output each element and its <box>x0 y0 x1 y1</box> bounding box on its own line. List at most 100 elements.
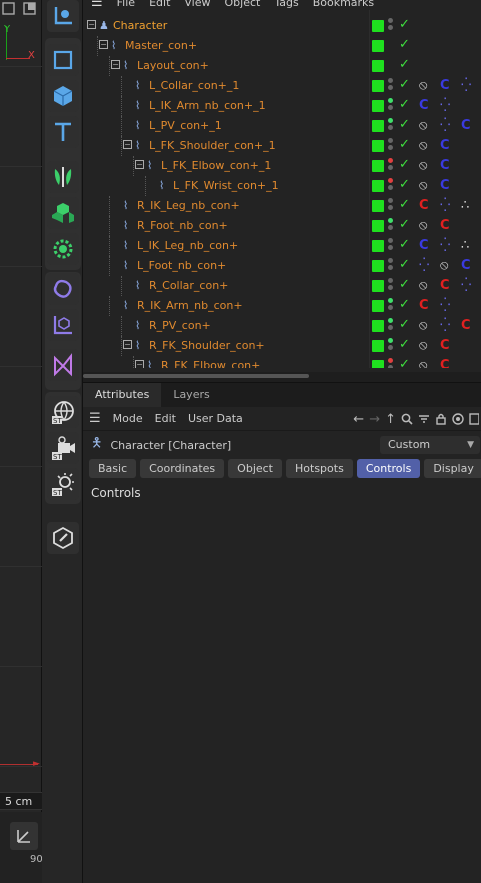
visibility-dots[interactable] <box>388 18 394 34</box>
cluster-tag-icon[interactable]: ∴ <box>461 198 469 214</box>
object-name[interactable]: L_IK_Arm_nb_con+_1 <box>149 99 266 112</box>
up-arrow-icon[interactable]: ↑ <box>385 412 396 427</box>
collapse-toggle-icon[interactable]: − <box>135 160 144 169</box>
light-button[interactable]: ST <box>47 468 79 500</box>
lock-icon[interactable] <box>435 413 447 425</box>
object-name[interactable]: Layout_con+ <box>137 59 209 72</box>
visibility-dots[interactable] <box>388 318 394 334</box>
visibility-dots[interactable] <box>388 178 394 194</box>
enabled-check-icon[interactable]: ✓ <box>399 237 410 252</box>
edit-button[interactable] <box>47 522 79 554</box>
constraint-tag-icon[interactable]: C <box>419 238 429 254</box>
cloner-button[interactable] <box>47 197 79 229</box>
layer-color-swatch[interactable] <box>372 300 384 312</box>
constraint-tag-icon[interactable]: C <box>461 318 471 334</box>
selection-tag-icon[interactable]: ⁛ <box>440 98 450 114</box>
render-visibility-dot[interactable] <box>388 365 393 368</box>
layer-color-swatch[interactable] <box>372 100 384 112</box>
layer-color-swatch[interactable] <box>372 120 384 132</box>
layer-color-swatch[interactable] <box>372 360 384 368</box>
editor-visibility-dot[interactable] <box>388 158 393 163</box>
editor-visibility-dot[interactable] <box>388 358 393 363</box>
tab-controls[interactable]: Controls <box>356 459 421 478</box>
visibility-dots[interactable] <box>388 158 394 174</box>
enabled-check-icon[interactable]: ✓ <box>399 197 410 212</box>
camera-button[interactable]: ST <box>47 432 79 464</box>
enabled-check-icon[interactable]: ✓ <box>399 177 410 192</box>
collapse-toggle-icon[interactable]: − <box>135 360 144 368</box>
deformer-button[interactable] <box>47 349 79 381</box>
scrollbar-thumb[interactable] <box>83 374 309 378</box>
selection-tag-icon[interactable]: ⁛ <box>440 118 450 134</box>
tree-row[interactable]: − ⌇ L_FK_Shoulder_con+_1 ✓ ⦸ C <box>83 136 481 156</box>
collapse-toggle-icon[interactable]: − <box>99 40 108 49</box>
menu-mode[interactable]: Mode <box>113 412 143 425</box>
tab-attributes[interactable]: Attributes <box>83 383 162 407</box>
visibility-dots[interactable] <box>388 358 394 368</box>
render-visibility-dot[interactable] <box>388 285 393 290</box>
object-name[interactable]: R_Foot_nb_con+ <box>137 219 228 232</box>
search-icon[interactable] <box>401 413 413 425</box>
tree-row[interactable]: ⌇ L_IK_Leg_nb_con+ ✓ C ⁛ ∴ <box>83 236 481 256</box>
tab-object[interactable]: Object <box>228 459 282 478</box>
editor-visibility-dot[interactable] <box>388 278 393 283</box>
object-name[interactable]: L_FK_Elbow_con+_1 <box>161 159 271 172</box>
cube-outline-button[interactable] <box>47 44 79 76</box>
protection-tag-icon[interactable]: ⦸ <box>440 258 448 274</box>
enabled-check-icon[interactable]: ✓ <box>399 57 410 72</box>
layer-color-swatch[interactable] <box>372 260 384 272</box>
enabled-check-icon[interactable]: ✓ <box>399 297 410 312</box>
menu-edit[interactable]: Edit <box>155 412 176 425</box>
menu-object[interactable]: Object <box>225 0 261 9</box>
tree-row[interactable]: ⌇ R_Collar_con+ ✓ ⦸ C ⁛ <box>83 276 481 296</box>
symmetry-button[interactable] <box>47 161 79 193</box>
enabled-check-icon[interactable]: ✓ <box>399 277 410 292</box>
constraint-tag-icon[interactable]: C <box>440 138 450 154</box>
tab-basic[interactable]: Basic <box>89 459 137 478</box>
tree-row[interactable]: − ⌇ L_FK_Elbow_con+_1 ✓ ⦸ C <box>83 156 481 176</box>
selection-tag-icon[interactable]: ⁛ <box>419 258 429 274</box>
enabled-check-icon[interactable]: ✓ <box>399 17 410 32</box>
tree-row[interactable]: − ⌇ Layout_con+ ✓ <box>83 56 481 76</box>
menu-bookmarks[interactable]: Bookmarks <box>313 0 374 9</box>
constraint-tag-icon[interactable]: C <box>440 358 450 368</box>
layer-color-swatch[interactable] <box>372 240 384 252</box>
object-name[interactable]: L_IK_Leg_nb_con+ <box>137 239 238 252</box>
tab-coordinates[interactable]: Coordinates <box>140 459 225 478</box>
editor-visibility-dot[interactable] <box>388 118 393 123</box>
tree-row[interactable]: − ⌇ Master_con+ ✓ <box>83 36 481 56</box>
selection-tag-icon[interactable]: ⁛ <box>440 238 450 254</box>
editor-visibility-dot[interactable] <box>388 178 393 183</box>
object-name[interactable]: L_Foot_nb_con+ <box>137 259 226 272</box>
render-visibility-dot[interactable] <box>388 165 393 170</box>
select-tool-button[interactable] <box>47 0 79 32</box>
visibility-dots[interactable] <box>388 218 394 234</box>
protection-tag-icon[interactable]: ⦸ <box>419 218 427 234</box>
tree-row[interactable]: − ⌇ R_FK_Shoulder_con+ ✓ ⦸ C <box>83 336 481 356</box>
effector-button[interactable] <box>47 233 79 265</box>
object-name[interactable]: L_FK_Wrist_con+_1 <box>173 179 279 192</box>
render-visibility-dot[interactable] <box>388 325 393 330</box>
enabled-check-icon[interactable]: ✓ <box>399 77 410 92</box>
enabled-check-icon[interactable]: ✓ <box>399 357 410 368</box>
layer-color-swatch[interactable] <box>372 280 384 292</box>
tree-row[interactable]: ⌇ L_IK_Arm_nb_con+_1 ✓ C ⁛ <box>83 96 481 116</box>
visibility-dots[interactable] <box>388 98 394 114</box>
visibility-dots[interactable] <box>388 238 394 254</box>
render-visibility-dot[interactable] <box>388 265 393 270</box>
back-arrow-icon[interactable]: ← <box>353 412 364 427</box>
object-name[interactable]: R_FK_Shoulder_con+ <box>149 339 265 352</box>
constraint-tag-icon[interactable]: C <box>440 338 450 354</box>
visibility-dots[interactable] <box>388 138 394 154</box>
visibility-dots[interactable] <box>388 258 394 274</box>
visibility-dots[interactable] <box>388 278 394 294</box>
collapse-toggle-icon[interactable]: − <box>123 340 132 349</box>
constraint-tag-icon[interactable]: C <box>440 158 450 174</box>
render-visibility-dot[interactable] <box>388 245 393 250</box>
tab-hotspots[interactable]: Hotspots <box>286 459 353 478</box>
tree-row[interactable]: ⌇ R_Foot_nb_con+ ✓ ⦸ C <box>83 216 481 236</box>
cluster-tag-icon[interactable]: ∴ <box>461 238 469 254</box>
protection-tag-icon[interactable]: ⦸ <box>419 78 427 94</box>
editor-visibility-dot[interactable] <box>388 298 393 303</box>
constraint-tag-icon[interactable]: C <box>440 278 450 294</box>
